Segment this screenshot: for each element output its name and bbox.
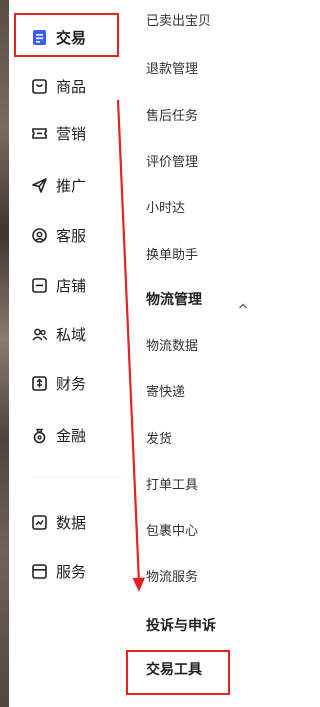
sub-item-order-swap-assistant[interactable]: 换单助手 bbox=[146, 244, 198, 268]
group-complaints-appeals[interactable]: 投诉与申诉 bbox=[146, 613, 216, 639]
background-photo-edge bbox=[0, 0, 9, 707]
navigation-panel: 交易 商品 营销 推广 客服 店铺 私域 财务 金融 数据 服务 已卖出宝贝 退… bbox=[9, 0, 248, 707]
nav-item-label: 私域 bbox=[56, 325, 87, 344]
nav-item-label: 店铺 bbox=[56, 276, 87, 295]
sub-item-ship[interactable]: 发货 bbox=[146, 428, 172, 452]
nav-item-service[interactable]: 服务 bbox=[31, 556, 86, 586]
sub-item-send-express[interactable]: 寄快递 bbox=[146, 381, 185, 405]
nav-item-banking[interactable]: 金融 bbox=[31, 420, 86, 450]
secondary-nav: 已卖出宝贝 退款管理 售后任务 评价管理 小时达 换单助手 物流管理 物流数据 … bbox=[134, 0, 248, 707]
nav-item-label: 数据 bbox=[56, 513, 87, 532]
sub-item-hour-delivery[interactable]: 小时达 bbox=[146, 197, 185, 221]
finance-icon bbox=[31, 375, 48, 392]
sub-item-review-management[interactable]: 评价管理 bbox=[146, 151, 198, 175]
nav-item-marketing[interactable]: 营销 bbox=[31, 118, 86, 148]
users-icon bbox=[31, 326, 48, 343]
nav-item-label: 服务 bbox=[56, 562, 87, 581]
sub-item-logistics-service[interactable]: 物流服务 bbox=[146, 566, 198, 590]
ticket-icon bbox=[31, 125, 48, 142]
sub-item-after-sales-tasks[interactable]: 售后任务 bbox=[146, 105, 198, 129]
nav-item-label: 推广 bbox=[56, 176, 87, 195]
service-icon bbox=[31, 563, 48, 580]
sub-item-print-tool[interactable]: 打单工具 bbox=[146, 474, 198, 498]
nav-item-label: 金融 bbox=[56, 426, 87, 445]
nav-item-store[interactable]: 店铺 bbox=[31, 270, 86, 300]
sub-item-refund-management[interactable]: 退款管理 bbox=[146, 58, 198, 82]
nav-item-product[interactable]: 商品 bbox=[31, 71, 86, 101]
highlight-box-trade-tools bbox=[126, 650, 230, 695]
send-icon bbox=[31, 177, 48, 194]
chart-icon bbox=[31, 514, 48, 531]
primary-nav: 交易 商品 营销 推广 客服 店铺 私域 财务 金融 数据 服务 bbox=[9, 0, 134, 707]
store-icon bbox=[31, 277, 48, 294]
headset-icon bbox=[31, 227, 48, 244]
highlight-box-trade bbox=[14, 13, 119, 57]
group-logistics-management[interactable]: 物流管理 bbox=[146, 287, 202, 313]
nav-item-label: 营销 bbox=[56, 124, 87, 143]
nav-item-finance[interactable]: 财务 bbox=[31, 368, 86, 398]
product-icon bbox=[31, 78, 48, 95]
nav-item-promotion[interactable]: 推广 bbox=[31, 170, 86, 200]
money-bag-icon bbox=[31, 427, 48, 444]
nav-item-data[interactable]: 数据 bbox=[31, 507, 86, 537]
chevron-up-icon[interactable] bbox=[238, 296, 248, 309]
nav-item-private-domain[interactable]: 私域 bbox=[31, 319, 86, 349]
nav-item-label: 财务 bbox=[56, 374, 87, 393]
sub-item-sold-items[interactable]: 已卖出宝贝 bbox=[146, 10, 211, 34]
sub-item-logistics-data[interactable]: 物流数据 bbox=[146, 335, 198, 359]
nav-divider bbox=[31, 476, 123, 477]
nav-item-customer-service[interactable]: 客服 bbox=[31, 220, 86, 250]
sub-item-package-center[interactable]: 包裹中心 bbox=[146, 520, 198, 544]
nav-item-label: 商品 bbox=[56, 77, 87, 96]
nav-item-label: 客服 bbox=[56, 226, 87, 245]
